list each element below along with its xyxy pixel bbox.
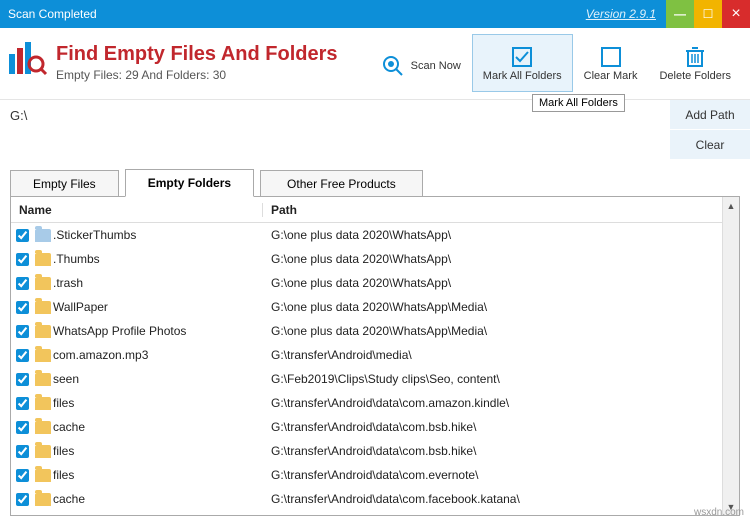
row-name: cache: [53, 492, 263, 506]
table-row[interactable]: filesG:\transfer\Android\data\com.amazon…: [11, 391, 722, 415]
watermark: wsxdn.com: [694, 507, 744, 518]
row-name: com.amazon.mp3: [53, 348, 263, 362]
clear-mark-button[interactable]: Clear Mark: [573, 34, 649, 92]
row-checkbox[interactable]: [11, 445, 33, 458]
table-row[interactable]: .ThumbsG:\one plus data 2020\WhatsApp\: [11, 247, 722, 271]
results-table: Name Path .StickerThumbsG:\one plus data…: [10, 196, 740, 516]
tab-empty-files[interactable]: Empty Files: [10, 170, 119, 197]
add-path-button[interactable]: Add Path: [670, 100, 750, 130]
row-path: G:\one plus data 2020\WhatsApp\Media\: [263, 300, 722, 314]
folder-icon: [33, 445, 53, 458]
app-title: Find Empty Files And Folders: [56, 43, 338, 66]
trash-icon: [685, 44, 705, 70]
mark-all-folders-button[interactable]: Mark All Folders: [472, 34, 573, 92]
row-name: .trash: [53, 276, 263, 290]
folder-icon: [33, 253, 53, 266]
close-button[interactable]: ×: [722, 0, 750, 28]
row-path: G:\Feb2019\Clips\Study clips\Seo, conten…: [263, 372, 722, 386]
folder-icon: [33, 229, 53, 242]
row-checkbox[interactable]: [11, 373, 33, 386]
path-row: G:\ Add Path Clear: [0, 100, 750, 160]
titlebar: Scan Completed Version 2.9.1 — ☐ ×: [0, 0, 750, 28]
row-path: G:\one plus data 2020\WhatsApp\: [263, 276, 722, 290]
row-checkbox[interactable]: [11, 397, 33, 410]
table-row[interactable]: cacheG:\transfer\Android\data\com.bsb.hi…: [11, 415, 722, 439]
row-checkbox[interactable]: [11, 469, 33, 482]
clear-mark-label: Clear Mark: [584, 70, 638, 82]
table-row[interactable]: WallPaperG:\one plus data 2020\WhatsApp\…: [11, 295, 722, 319]
checkbox-icon: [511, 44, 533, 70]
row-checkbox[interactable]: [11, 277, 33, 290]
row-name: .StickerThumbs: [53, 228, 263, 242]
col-name-header[interactable]: Name: [11, 203, 263, 217]
folder-icon: [33, 325, 53, 338]
row-checkbox[interactable]: [11, 325, 33, 338]
row-name: cache: [53, 420, 263, 434]
table-row[interactable]: filesG:\transfer\Android\data\com.bsb.hi…: [11, 439, 722, 463]
tab-other-products[interactable]: Other Free Products: [260, 170, 423, 197]
tooltip: Mark All Folders: [532, 94, 625, 112]
row-checkbox[interactable]: [11, 301, 33, 314]
tab-empty-folders[interactable]: Empty Folders: [125, 169, 254, 197]
folder-icon: [33, 301, 53, 314]
delete-folders-button[interactable]: Delete Folders: [648, 34, 742, 92]
folder-icon: [33, 469, 53, 482]
window-title: Scan Completed: [0, 7, 586, 21]
folder-icon: [33, 421, 53, 434]
row-name: WhatsApp Profile Photos: [53, 324, 263, 338]
row-path: G:\transfer\Android\data\com.evernote\: [263, 468, 722, 482]
row-checkbox[interactable]: [11, 493, 33, 506]
table-row[interactable]: filesG:\transfer\Android\data\com.everno…: [11, 463, 722, 487]
row-path: G:\one plus data 2020\WhatsApp\Media\: [263, 324, 722, 338]
app-logo-icon: [8, 40, 48, 85]
clear-button[interactable]: Clear: [670, 130, 750, 160]
folder-icon: [33, 493, 53, 506]
table-row[interactable]: .StickerThumbsG:\one plus data 2020\What…: [11, 223, 722, 247]
table-header: Name Path: [11, 197, 722, 223]
table-row[interactable]: seenG:\Feb2019\Clips\Study clips\Seo, co…: [11, 367, 722, 391]
row-name: WallPaper: [53, 300, 263, 314]
folder-icon: [33, 277, 53, 290]
row-checkbox[interactable]: [11, 229, 33, 242]
toolbar: Find Empty Files And Folders Empty Files…: [0, 28, 750, 100]
maximize-button[interactable]: ☐: [694, 0, 722, 28]
mark-all-folders-label: Mark All Folders: [483, 70, 562, 82]
row-path: G:\transfer\Android\data\com.facebook.ka…: [263, 492, 722, 506]
table-row[interactable]: com.amazon.mp3G:\transfer\Android\media\: [11, 343, 722, 367]
folder-icon: [33, 349, 53, 362]
vertical-scrollbar[interactable]: ▲ ▼: [722, 197, 739, 515]
scan-now-label: Scan Now: [411, 60, 461, 72]
scan-summary: Empty Files: 29 And Folders: 30: [56, 68, 338, 82]
row-name: files: [53, 396, 263, 410]
tabs: Empty Files Empty Folders Other Free Pro…: [0, 160, 750, 196]
row-name: seen: [53, 372, 263, 386]
row-path: G:\transfer\Android\data\com.bsb.hike\: [263, 420, 722, 434]
row-name: files: [53, 468, 263, 482]
folder-icon: [33, 373, 53, 386]
scan-now-button[interactable]: Scan Now: [370, 48, 472, 84]
brand: Find Empty Files And Folders Empty Files…: [8, 34, 338, 85]
delete-folders-label: Delete Folders: [659, 70, 731, 82]
row-path: G:\one plus data 2020\WhatsApp\: [263, 228, 722, 242]
row-path: G:\transfer\Android\data\com.amazon.kind…: [263, 396, 722, 410]
row-path: G:\transfer\Android\data\com.bsb.hike\: [263, 444, 722, 458]
row-checkbox[interactable]: [11, 421, 33, 434]
table-row[interactable]: WhatsApp Profile PhotosG:\one plus data …: [11, 319, 722, 343]
row-path: G:\one plus data 2020\WhatsApp\: [263, 252, 722, 266]
row-checkbox[interactable]: [11, 349, 33, 362]
row-name: .Thumbs: [53, 252, 263, 266]
magnifier-icon: [381, 53, 405, 79]
scroll-up-icon[interactable]: ▲: [723, 197, 739, 214]
table-row[interactable]: cacheG:\transfer\Android\data\com.facebo…: [11, 487, 722, 511]
folder-icon: [33, 397, 53, 410]
table-row[interactable]: .trashG:\one plus data 2020\WhatsApp\: [11, 271, 722, 295]
row-checkbox[interactable]: [11, 253, 33, 266]
row-name: files: [53, 444, 263, 458]
minimize-button[interactable]: —: [666, 0, 694, 28]
row-path: G:\transfer\Android\media\: [263, 348, 722, 362]
empty-checkbox-icon: [600, 44, 622, 70]
version-link[interactable]: Version 2.9.1: [586, 7, 666, 21]
col-path-header[interactable]: Path: [263, 203, 722, 217]
